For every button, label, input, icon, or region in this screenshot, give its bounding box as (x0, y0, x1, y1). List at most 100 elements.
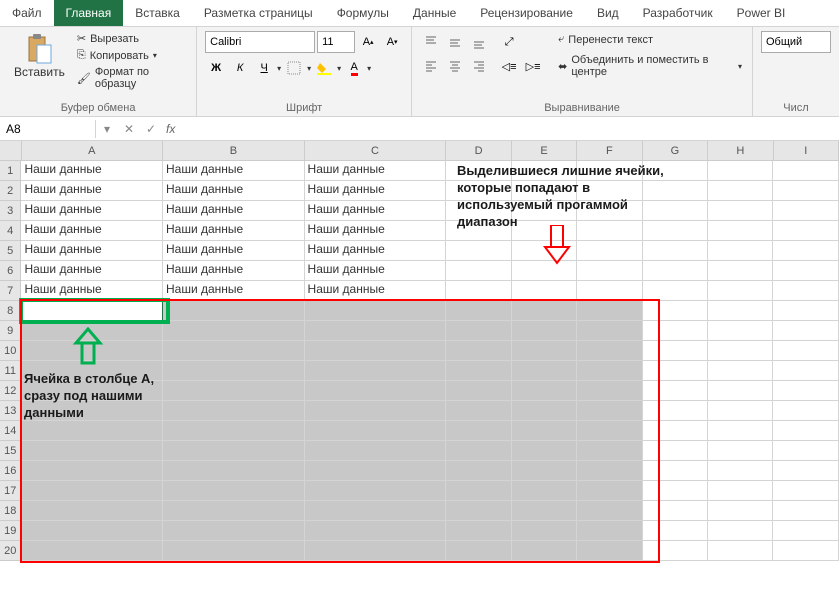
tab-file[interactable]: Файл (0, 0, 54, 26)
cell[interactable] (773, 261, 838, 281)
row-header[interactable]: 9 (0, 321, 21, 341)
cell[interactable] (305, 481, 447, 501)
tab-page-layout[interactable]: Разметка страницы (192, 0, 325, 26)
cell[interactable] (305, 361, 447, 381)
row-header[interactable]: 3 (0, 201, 21, 221)
cell[interactable]: Наши данные (305, 201, 447, 221)
tab-developer[interactable]: Разработчик (631, 0, 725, 26)
cell[interactable] (446, 381, 511, 401)
cell[interactable] (773, 501, 838, 521)
cell[interactable]: Наши данные (305, 161, 447, 181)
decrease-indent-button[interactable]: ◁≡ (498, 55, 520, 77)
chevron-down-icon[interactable]: ▾ (307, 64, 311, 73)
cell[interactable] (773, 341, 838, 361)
cut-button[interactable]: ✂ Вырезать (75, 31, 188, 46)
cell[interactable] (512, 381, 577, 401)
row-header[interactable]: 12 (0, 381, 21, 401)
tab-data[interactable]: Данные (401, 0, 468, 26)
select-all-corner[interactable] (0, 141, 22, 161)
cell[interactable] (305, 401, 447, 421)
row-header[interactable]: 4 (0, 221, 21, 241)
cell[interactable] (305, 521, 447, 541)
cell[interactable] (163, 481, 305, 501)
font-name-select[interactable] (205, 31, 315, 53)
cell[interactable]: Наши данные (305, 221, 447, 241)
cell[interactable]: Наши данные (163, 201, 305, 221)
italic-button[interactable]: К (229, 57, 251, 79)
cell[interactable]: Наши данные (163, 261, 305, 281)
row-header[interactable]: 6 (0, 261, 21, 281)
tab-formulas[interactable]: Формулы (325, 0, 401, 26)
cell[interactable]: Наши данные (305, 261, 447, 281)
cell[interactable] (512, 361, 577, 381)
cell[interactable] (512, 401, 577, 421)
cell[interactable] (708, 181, 773, 201)
row-header[interactable]: 18 (0, 501, 21, 521)
formula-input[interactable] (179, 120, 839, 138)
cell[interactable] (643, 381, 708, 401)
cell[interactable] (773, 421, 838, 441)
cell[interactable] (577, 461, 642, 481)
cell[interactable] (643, 461, 708, 481)
cell[interactable] (577, 241, 642, 261)
cell[interactable] (512, 501, 577, 521)
cell[interactable] (708, 221, 773, 241)
merge-center-button[interactable]: ⬌ Объединить и поместить в центре ▾ (556, 52, 744, 80)
cell[interactable]: Наши данные (163, 281, 305, 301)
cell[interactable] (163, 381, 305, 401)
cell[interactable] (643, 401, 708, 421)
cell[interactable] (708, 381, 773, 401)
cell[interactable] (773, 281, 838, 301)
orientation-button[interactable]: ⤢ (498, 31, 520, 53)
cell[interactable] (577, 441, 642, 461)
cell[interactable] (708, 241, 773, 261)
cell[interactable] (512, 521, 577, 541)
align-bottom-button[interactable] (468, 31, 490, 53)
cell[interactable] (163, 501, 305, 521)
cell[interactable] (446, 521, 511, 541)
cell[interactable] (773, 221, 838, 241)
cell[interactable] (21, 521, 163, 541)
cell[interactable] (305, 321, 447, 341)
cell[interactable]: Наши данные (21, 241, 163, 261)
cell[interactable] (305, 541, 447, 561)
cell[interactable] (163, 321, 305, 341)
align-middle-button[interactable] (444, 31, 466, 53)
row-header[interactable]: 5 (0, 241, 21, 261)
cell[interactable] (708, 361, 773, 381)
cell[interactable] (708, 461, 773, 481)
row-header[interactable]: 8 (0, 301, 21, 321)
cell[interactable] (305, 421, 447, 441)
tab-view[interactable]: Вид (585, 0, 631, 26)
cell[interactable] (512, 281, 577, 301)
cell[interactable]: Наши данные (163, 221, 305, 241)
cell[interactable] (708, 261, 773, 281)
cell[interactable] (577, 341, 642, 361)
spreadsheet-grid[interactable]: ABCDEFGHI1Наши данныеНаши данныеНаши дан… (0, 141, 839, 561)
increase-indent-button[interactable]: ▷≡ (522, 55, 544, 77)
row-header[interactable]: 11 (0, 361, 21, 381)
font-size-select[interactable] (317, 31, 355, 53)
cell[interactable] (773, 481, 838, 501)
cell[interactable] (21, 441, 163, 461)
column-header[interactable]: I (774, 141, 839, 161)
cell[interactable] (512, 461, 577, 481)
cell[interactable] (305, 381, 447, 401)
row-header[interactable]: 7 (0, 281, 21, 301)
chevron-down-icon[interactable]: ▾ (337, 64, 341, 73)
cell[interactable] (773, 241, 838, 261)
cell[interactable] (577, 541, 642, 561)
number-format-select[interactable] (761, 31, 831, 53)
column-header[interactable]: G (643, 141, 708, 161)
tab-home[interactable]: Главная (54, 0, 124, 26)
decrease-font-button[interactable]: A▾ (381, 31, 403, 53)
cell[interactable] (773, 381, 838, 401)
cell[interactable] (446, 401, 511, 421)
cell[interactable] (577, 401, 642, 421)
cell[interactable] (446, 481, 511, 501)
column-header[interactable]: B (163, 141, 305, 161)
cell[interactable] (708, 541, 773, 561)
cell[interactable] (163, 421, 305, 441)
cell[interactable] (163, 341, 305, 361)
cell[interactable] (512, 341, 577, 361)
